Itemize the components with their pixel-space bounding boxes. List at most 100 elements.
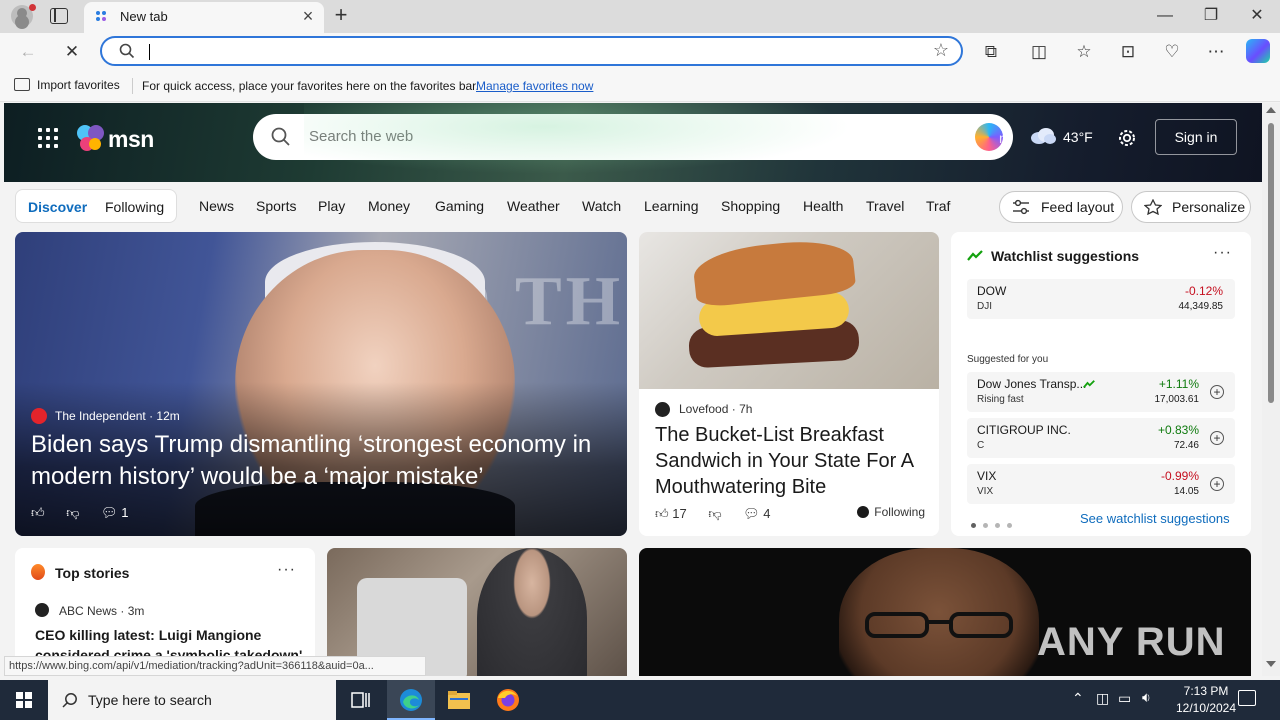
like-count: 17 [672, 505, 687, 521]
firefox-taskbar-icon[interactable] [484, 680, 532, 720]
stock-row[interactable]: DOW DJI -0.12% 44,349.85 [967, 279, 1235, 319]
stock-change: +0.83% [1157, 423, 1199, 437]
nav-traffic[interactable]: Traf [926, 198, 950, 214]
windows-start-icon[interactable] [0, 680, 48, 720]
stock-row[interactable]: Dow Jones Transp... Rising fast +1.11% 1… [967, 372, 1235, 412]
task-view-icon[interactable] [336, 680, 384, 720]
see-watchlist-suggestions-link[interactable]: See watchlist suggestions [1080, 511, 1230, 526]
more-options-icon[interactable]: ··· [277, 561, 296, 579]
nav-learning[interactable]: Learning [644, 198, 699, 214]
browser-essentials-icon[interactable]: ♡ [1160, 40, 1184, 64]
taskbar-search-box[interactable]: Type here to search [48, 680, 336, 720]
comment-count: 4 [763, 505, 771, 521]
new-tab-button[interactable]: + [330, 4, 352, 26]
import-favorites-button[interactable]: Import favorites [14, 78, 120, 92]
following-badge[interactable]: Following [857, 505, 925, 519]
food-story-source: Lovefood · 7h [679, 402, 753, 416]
close-window-icon[interactable]: ✕ [1234, 0, 1280, 32]
nav-sports[interactable]: Sports [256, 198, 296, 214]
personalize-button[interactable]: Personalize [1131, 191, 1251, 223]
personalize-label: Personalize [1172, 199, 1246, 215]
nav-gaming[interactable]: Gaming [435, 198, 484, 214]
tab-discover[interactable]: Discover [28, 199, 87, 215]
thumbs-up-icon: 👍︎ [655, 505, 669, 521]
search-icon [119, 43, 135, 59]
address-bar[interactable]: ☆ [100, 36, 963, 66]
nav-travel[interactable]: Travel [866, 198, 904, 214]
food-story-card[interactable]: Lovefood · 7h The Bucket-List Breakfast … [639, 232, 939, 536]
add-to-watchlist-icon[interactable]: + [1210, 477, 1224, 491]
story-age: 12m [156, 409, 180, 423]
restore-icon[interactable]: ❐ [1188, 0, 1234, 32]
stock-name: Dow Jones Transp... [977, 377, 1087, 391]
stock-row[interactable]: CITIGROUP INC. C +0.83% 72.46 + [967, 418, 1235, 458]
scroll-up-icon[interactable] [1266, 107, 1276, 113]
gear-icon[interactable] [1116, 127, 1138, 149]
manage-favorites-link[interactable]: Manage favorites now [476, 79, 593, 93]
volume-icon[interactable]: 🔉︎ [1142, 689, 1151, 706]
food-story-title[interactable]: The Bucket-List Breakfast Sandwich in Yo… [655, 422, 930, 500]
scroll-down-icon[interactable] [1266, 661, 1276, 667]
msn-search-box[interactable]: Search the web [253, 114, 1013, 160]
nav-watch[interactable]: Watch [582, 198, 621, 214]
split-screen-icon[interactable]: ◫ [1027, 40, 1051, 64]
collections-icon[interactable]: ⊡ [1116, 40, 1140, 64]
text-caret [149, 44, 150, 60]
extensions-icon[interactable]: ⧉ [979, 40, 1003, 64]
firefox-logo-icon [497, 689, 519, 711]
network-icon[interactable]: ▭ [1118, 690, 1131, 707]
comments-button[interactable]: 💬︎ 4 [743, 506, 770, 522]
stock-value: 14.05 [1173, 486, 1199, 497]
add-to-watchlist-icon[interactable]: + [1210, 385, 1224, 399]
nav-money[interactable]: Money [368, 198, 410, 214]
nav-shopping[interactable]: Shopping [721, 198, 780, 214]
stock-change: -0.12% [1184, 284, 1223, 298]
scrollbar-thumb[interactable] [1268, 123, 1274, 403]
status-bar-url: https://www.bing.com/api/v1/mediation/tr… [4, 656, 426, 676]
tab-new-tab[interactable]: New tab × [84, 2, 324, 33]
thumbs-down-icon[interactable]: 👎︎ [66, 505, 79, 521]
nav-weather[interactable]: Weather [507, 198, 560, 214]
vertical-scrollbar[interactable] [1262, 103, 1280, 676]
nav-play[interactable]: Play [318, 198, 345, 214]
carousel-dots[interactable] [971, 516, 1019, 531]
stop-loading-icon[interactable]: ✕ [60, 40, 84, 64]
copilot-icon[interactable] [1246, 39, 1270, 63]
add-to-watchlist-icon[interactable]: + [1210, 431, 1224, 445]
import-favorites-label: Import favorites [37, 78, 120, 92]
news-image-card[interactable]: ANY RUN [639, 548, 1251, 676]
sign-in-button[interactable]: Sign in [1155, 119, 1237, 155]
nav-news[interactable]: News [199, 198, 234, 214]
chevron-up-icon[interactable]: ⌃ [1072, 690, 1084, 707]
security-icon[interactable]: ◫ [1096, 690, 1109, 707]
edge-taskbar-icon[interactable] [387, 680, 435, 720]
tab-close-icon[interactable]: × [298, 6, 318, 26]
stock-tag: Rising fast [977, 394, 1024, 405]
tab-following[interactable]: Following [105, 199, 164, 215]
clock-date[interactable]: 12/10/2024 [1166, 701, 1246, 715]
back-icon[interactable]: ← [16, 40, 40, 64]
tab-actions-icon[interactable] [50, 8, 68, 24]
feed-layout-button[interactable]: Feed layout [999, 191, 1123, 223]
more-options-icon[interactable]: ··· [1213, 244, 1232, 262]
more-menu-icon[interactable]: ⋯ [1204, 40, 1228, 64]
temperature[interactable]: 43°F [1063, 129, 1093, 145]
thumbs-down-icon[interactable]: 👎︎ [708, 506, 721, 522]
favorite-star-icon[interactable]: ☆ [933, 40, 949, 61]
lead-story-title[interactable]: Biden says Trump dismantling ‘strongest … [31, 429, 621, 493]
thumbs-up-icon[interactable]: 👍︎ [31, 505, 45, 521]
like-button[interactable]: 👍︎ 17 [655, 506, 687, 522]
app-launcher-icon[interactable] [38, 128, 58, 148]
lead-story-card[interactable]: FRO TH The Independent · 12m Biden says … [15, 232, 627, 536]
notification-icon[interactable] [1238, 690, 1256, 706]
file-explorer-icon[interactable] [435, 680, 483, 720]
stock-row[interactable]: VIX VIX -0.99% 14.05 + [967, 464, 1235, 504]
msn-logo[interactable]: msn [76, 120, 158, 156]
minimize-icon[interactable]: — [1142, 0, 1188, 32]
clock-time[interactable]: 7:13 PM [1176, 684, 1236, 698]
check-icon [857, 506, 870, 518]
category-nav: Discover Following News Sports Play Mone… [4, 182, 1262, 230]
comments-button[interactable]: 💬︎ 1 [101, 505, 128, 521]
nav-health[interactable]: Health [803, 198, 843, 214]
favorites-icon[interactable]: ☆ [1072, 40, 1096, 64]
